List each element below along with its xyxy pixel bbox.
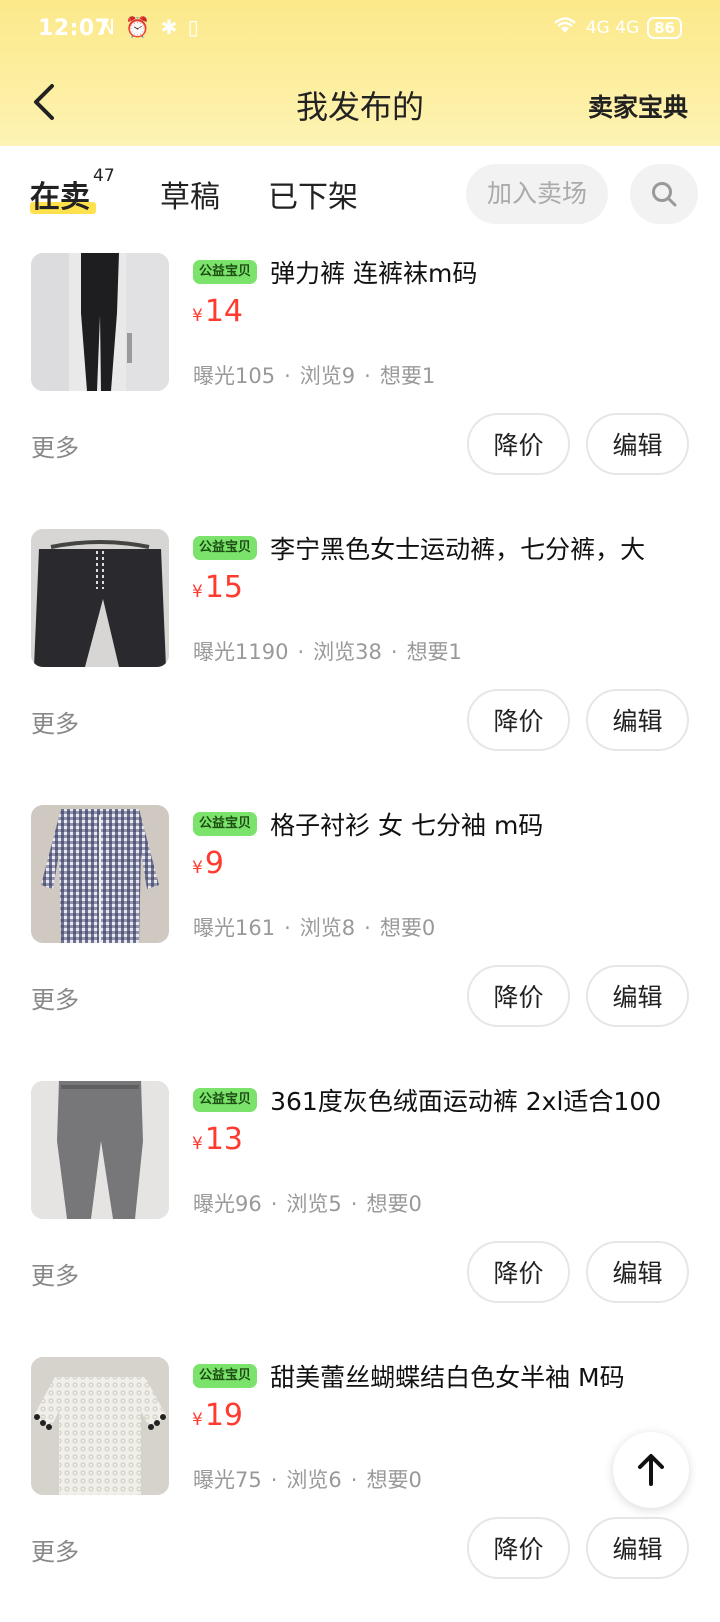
- exposure-count: 曝光161: [193, 916, 276, 940]
- search-button[interactable]: [630, 164, 698, 224]
- exposure-count: 曝光75: [193, 1468, 262, 1492]
- more-button[interactable]: 更多: [31, 704, 79, 739]
- edit-button[interactable]: 编辑: [586, 965, 689, 1027]
- signal-icon: 4G 4G: [585, 17, 640, 38]
- item-price: ¥15: [192, 570, 243, 605]
- item-title-row: 公益宝贝 甜美蕾丝蝴蝶结白色女半袖 M码: [193, 1358, 703, 1398]
- nav-bar: 我发布的 卖家宝典: [0, 58, 720, 146]
- reduce-price-button[interactable]: 降价: [467, 413, 570, 475]
- search-icon: [652, 182, 677, 207]
- item-list: 公益宝贝 弹力裤 连裤袜m码 ¥14 曝光105 · 浏览9 · 想要1 更多 降价 编…: [0, 242, 720, 1622]
- item-title-row: 公益宝贝 弹力裤 连裤袜m码: [193, 254, 703, 294]
- tab-removed[interactable]: 已下架: [268, 172, 358, 216]
- exposure-count: 曝光96: [193, 1192, 262, 1216]
- charity-badge: 公益宝贝: [193, 260, 258, 284]
- price-value: 9: [204, 846, 224, 881]
- wifi-icon: [552, 15, 578, 40]
- tab-label: 在卖: [30, 180, 90, 215]
- more-button[interactable]: 更多: [31, 1532, 79, 1567]
- edit-button[interactable]: 编辑: [586, 1241, 689, 1303]
- currency-symbol: ¥: [192, 1410, 203, 1430]
- item-thumbnail[interactable]: [31, 805, 169, 943]
- battery-icon: 86: [647, 16, 682, 39]
- more-button[interactable]: 更多: [31, 980, 79, 1015]
- item-thumbnail[interactable]: [31, 253, 169, 391]
- view-count: 浏览5: [286, 1192, 342, 1216]
- want-count: 想要0: [366, 1468, 422, 1492]
- item-stats: 曝光96 · 浏览5 · 想要0: [193, 1192, 422, 1216]
- currency-symbol: ¥: [192, 582, 203, 602]
- list-item[interactable]: 公益宝贝 格子衬衫 女 七分袖 m码 ¥9 曝光161 · 浏览8 · 想要0 更多 降…: [0, 794, 720, 1070]
- reduce-price-button[interactable]: 降价: [467, 689, 570, 751]
- item-price: ¥9: [192, 846, 224, 881]
- list-item[interactable]: 公益宝贝 弹力裤 连裤袜m码 ¥14 曝光105 · 浏览9 · 想要1 更多 降价 编…: [0, 242, 720, 518]
- item-thumbnail[interactable]: [31, 1081, 169, 1219]
- item-thumbnail[interactable]: [31, 529, 169, 667]
- item-stats: 曝光1190 · 浏览38 · 想要1: [193, 640, 462, 664]
- list-item[interactable]: 公益宝贝 甜美蕾丝蝴蝶结白色女半袖 M码 ¥19 曝光75 · 浏览6 · 想要0 更多…: [0, 1346, 720, 1622]
- item-price: ¥13: [192, 1122, 243, 1157]
- status-right: 4G 4G 86: [552, 15, 682, 40]
- currency-symbol: ¥: [192, 306, 203, 326]
- currency-symbol: ¥: [192, 858, 203, 878]
- price-value: 13: [204, 1122, 244, 1157]
- seller-guide-link[interactable]: 卖家宝典: [588, 88, 688, 124]
- charity-badge: 公益宝贝: [193, 536, 258, 560]
- item-price: ¥19: [192, 1398, 243, 1433]
- item-stats: 曝光105 · 浏览9 · 想要1: [193, 364, 436, 388]
- exposure-count: 曝光1190: [193, 640, 289, 664]
- view-count: 浏览38: [313, 640, 382, 664]
- status-bar: 12:07 N ⏰ ✱ ▯ 4G 4G 86: [0, 0, 720, 58]
- price-value: 14: [204, 294, 244, 329]
- currency-symbol: ¥: [192, 1134, 203, 1154]
- tabs-row: 在卖 47 草稿 已下架 加入卖场: [0, 146, 720, 242]
- price-value: 15: [204, 570, 244, 605]
- item-title-row: 公益宝贝 李宁黑色女士运动裤，七分裤，大: [193, 530, 703, 570]
- edit-button[interactable]: 编辑: [586, 1517, 689, 1579]
- charity-badge: 公益宝贝: [193, 1088, 258, 1112]
- reduce-price-button[interactable]: 降价: [467, 1517, 570, 1579]
- join-market-button[interactable]: 加入卖场: [466, 164, 608, 224]
- edit-button[interactable]: 编辑: [586, 689, 689, 751]
- edit-button[interactable]: 编辑: [586, 413, 689, 475]
- exposure-count: 曝光105: [193, 364, 276, 388]
- want-count: 想要1: [406, 640, 462, 664]
- list-item[interactable]: 公益宝贝 361度灰色绒面运动裤 2xl适合100 ¥13 曝光96 · 浏览5 · 想…: [0, 1070, 720, 1346]
- view-count: 浏览8: [299, 916, 356, 940]
- want-count: 想要0: [379, 916, 436, 940]
- item-price: ¥14: [192, 294, 243, 329]
- back-to-top-button[interactable]: [613, 1432, 689, 1508]
- want-count: 想要1: [379, 364, 436, 388]
- header: 12:07 N ⏰ ✱ ▯ 4G 4G 86 我发布的 卖家宝典: [0, 0, 720, 146]
- charity-badge: 公益宝贝: [193, 1364, 258, 1388]
- more-button[interactable]: 更多: [31, 428, 79, 463]
- item-title[interactable]: 361度灰色绒面运动裤 2xl适合100: [270, 1087, 661, 1116]
- item-thumbnail[interactable]: [31, 1357, 169, 1495]
- price-value: 19: [204, 1398, 244, 1433]
- list-item[interactable]: 公益宝贝 李宁黑色女士运动裤，七分裤，大 ¥15 曝光1190 · 浏览38 · 想要1…: [0, 518, 720, 794]
- want-count: 想要0: [366, 1192, 422, 1216]
- reduce-price-button[interactable]: 降价: [467, 1241, 570, 1303]
- item-title-row: 公益宝贝 361度灰色绒面运动裤 2xl适合100: [193, 1082, 703, 1122]
- status-icons-left: N ⏰ ✱ ▯: [100, 15, 201, 39]
- arrow-up-icon: [638, 1454, 664, 1486]
- tab-count: 47: [93, 166, 115, 186]
- item-stats: 曝光75 · 浏览6 · 想要0: [193, 1468, 422, 1492]
- item-title[interactable]: 弹力裤 连裤袜m码: [270, 259, 477, 288]
- tab-drafts[interactable]: 草稿: [160, 172, 220, 216]
- view-count: 浏览6: [286, 1468, 342, 1492]
- tab-on-sale[interactable]: 在卖 47: [30, 166, 115, 216]
- item-title[interactable]: 李宁黑色女士运动裤，七分裤，大: [270, 535, 645, 564]
- reduce-price-button[interactable]: 降价: [467, 965, 570, 1027]
- item-title[interactable]: 格子衬衫 女 七分袖 m码: [270, 811, 543, 840]
- item-title[interactable]: 甜美蕾丝蝴蝶结白色女半袖 M码: [270, 1363, 625, 1392]
- item-stats: 曝光161 · 浏览8 · 想要0: [193, 916, 436, 940]
- charity-badge: 公益宝贝: [193, 812, 258, 836]
- view-count: 浏览9: [299, 364, 356, 388]
- more-button[interactable]: 更多: [31, 1256, 79, 1291]
- item-title-row: 公益宝贝 格子衬衫 女 七分袖 m码: [193, 806, 703, 846]
